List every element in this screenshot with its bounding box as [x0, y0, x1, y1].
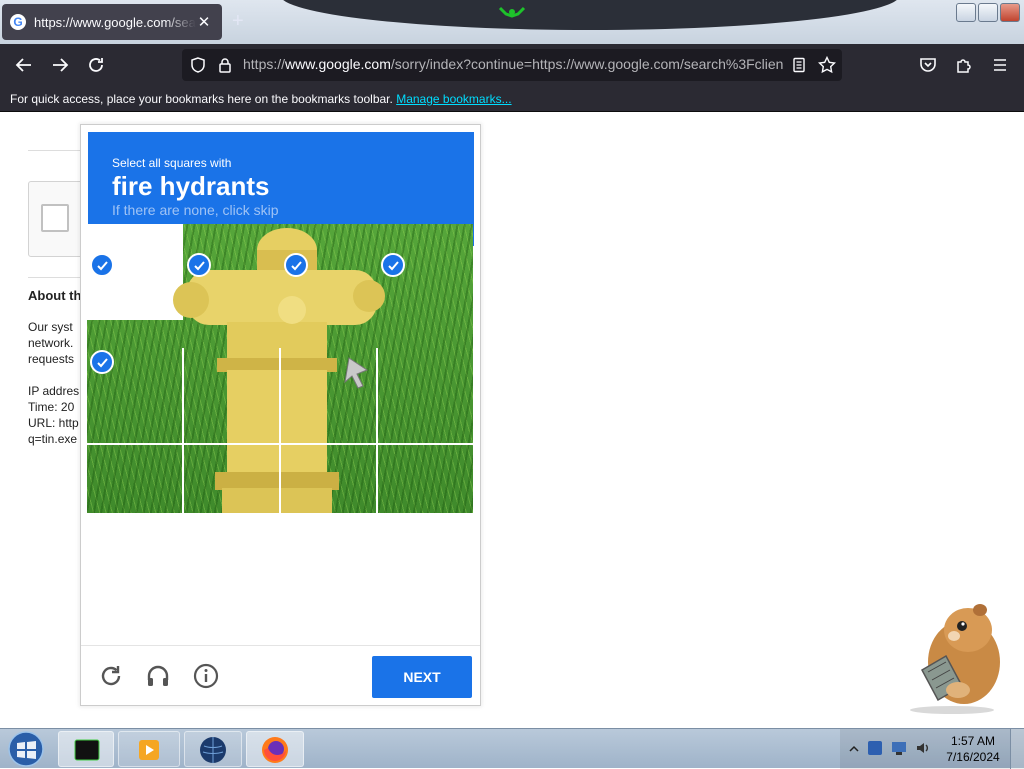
about-heading: About th [28, 288, 82, 303]
ip-address-line: IP addres [28, 384, 80, 398]
google-favicon-icon: G [10, 14, 26, 30]
captcha-tile[interactable] [184, 542, 279, 637]
selected-check-icon [90, 253, 114, 277]
frame-led-icon [498, 6, 526, 18]
time-line: Time: 20 [28, 400, 75, 414]
navigation-toolbar: https://www.google.com/sorry/index?conti… [0, 44, 1024, 86]
selected-check-icon [187, 253, 211, 277]
taskbar-app-media-player[interactable] [118, 731, 180, 767]
challenge-target: fire hydrants [112, 171, 270, 201]
hamster-mascot-image [910, 604, 1000, 714]
bookmark-star-icon[interactable] [818, 56, 836, 74]
browser-tab-active[interactable]: G https://www.google.com/searc ✕ [2, 4, 222, 40]
clock-date: 7/16/2024 [946, 750, 1000, 764]
terminal-icon [74, 739, 100, 761]
taskbar-app-terminal[interactable] [58, 731, 114, 767]
media-player-icon [139, 740, 159, 760]
url-scheme: https:// [243, 56, 286, 72]
window-controls [956, 3, 1020, 22]
window-frame-decoration [280, 0, 900, 30]
page-divider [28, 277, 88, 278]
url-text[interactable]: https://www.google.com/sorry/index?conti… [243, 56, 783, 72]
globe-icon [200, 737, 226, 763]
captcha-tile[interactable] [184, 348, 279, 443]
reader-view-icon[interactable] [791, 57, 807, 73]
url-line: URL: http [28, 416, 79, 430]
reload-icon [89, 58, 103, 72]
clock-time: 1:57 AM [950, 734, 996, 748]
captcha-tile[interactable] [378, 445, 473, 540]
audio-challenge-icon[interactable] [144, 662, 172, 690]
reload-button[interactable] [84, 53, 108, 77]
browser-tab-strip: G https://www.google.com/searc ✕ + [0, 0, 1024, 44]
page-divider [28, 150, 88, 151]
network-icon[interactable] [890, 739, 908, 757]
minimize-button[interactable] [956, 3, 976, 22]
captcha-tile[interactable] [184, 445, 279, 540]
captcha-tile[interactable] [281, 542, 376, 637]
selected-check-icon [381, 253, 405, 277]
app-menu-button[interactable] [988, 53, 1012, 77]
hamburger-menu-icon [994, 59, 1006, 71]
selected-check-icon [284, 253, 308, 277]
query-line: q=tin.exe [28, 432, 78, 446]
address-bar[interactable]: https://www.google.com/sorry/index?conti… [182, 49, 842, 81]
show-desktop-button[interactable] [1010, 729, 1024, 769]
info-icon[interactable] [192, 662, 220, 690]
tab-close-icon[interactable]: ✕ [196, 13, 212, 31]
lock-icon[interactable] [217, 57, 233, 73]
body-text-line: network. [28, 336, 74, 350]
challenge-hint: If there are none, click skip [112, 202, 279, 218]
arrow-left-icon [15, 58, 31, 72]
taskbar-app-firefox[interactable] [246, 731, 304, 767]
pocket-icon [920, 58, 936, 72]
extensions-button[interactable] [952, 53, 976, 77]
firefox-icon [262, 737, 288, 763]
reload-challenge-icon[interactable] [97, 662, 125, 690]
close-window-button[interactable] [1000, 3, 1020, 22]
shield-icon[interactable] [190, 57, 206, 73]
captcha-tile[interactable] [87, 445, 182, 540]
new-tab-button[interactable]: + [232, 10, 244, 33]
arrow-right-icon [53, 58, 69, 72]
restore-button[interactable] [978, 3, 998, 22]
pocket-button[interactable] [916, 53, 940, 77]
taskbar-clock[interactable]: 1:57 AM 7/16/2024 [940, 733, 1006, 765]
bookmarks-empty-message: For quick access, place your bookmarks h… [10, 92, 393, 106]
captcha-tile[interactable] [378, 348, 473, 443]
selected-check-icon [90, 350, 114, 374]
url-path: /sorry/index?continue=https://www.google… [390, 56, 783, 72]
taskbar-app-globe[interactable] [184, 731, 242, 767]
start-button[interactable] [6, 731, 46, 767]
manage-bookmarks-link[interactable]: Manage bookmarks... [396, 92, 511, 106]
url-host: www.google.com [285, 56, 391, 72]
volume-icon[interactable] [914, 739, 932, 757]
body-text-line: Our syst [28, 320, 73, 334]
captcha-tile[interactable] [378, 542, 473, 637]
challenge-instruction: Select all squares with [112, 156, 232, 170]
next-button[interactable]: NEXT [372, 656, 472, 698]
challenge-footer: NEXT [81, 645, 480, 705]
captcha-tile[interactable] [281, 445, 376, 540]
tab-title: https://www.google.com/searc [34, 14, 196, 30]
captcha-tile[interactable] [281, 348, 376, 443]
puzzle-icon [957, 59, 971, 73]
tray-show-hidden-icon[interactable] [846, 741, 862, 757]
back-button[interactable] [12, 53, 36, 77]
recaptcha-checkbox[interactable] [41, 204, 69, 232]
captcha-tile[interactable] [87, 542, 182, 637]
forward-button[interactable] [48, 53, 72, 77]
body-text-line: requests [28, 352, 75, 366]
bookmarks-toolbar: For quick access, place your bookmarks h… [0, 86, 1024, 112]
tray-app-icon[interactable] [866, 739, 884, 757]
windows-taskbar: 1:57 AM 7/16/2024 [0, 728, 1024, 769]
